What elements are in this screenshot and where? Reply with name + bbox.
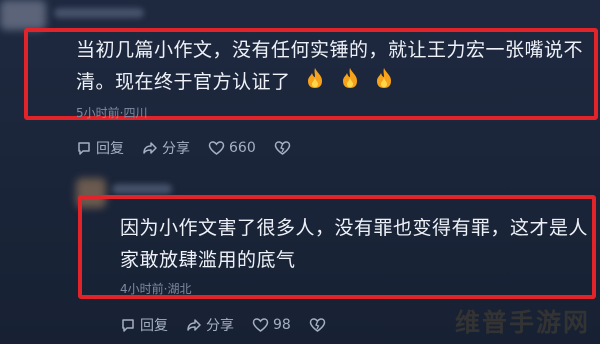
dislike-button[interactable] xyxy=(274,140,295,156)
share-button[interactable]: 分享 xyxy=(186,315,234,335)
reply-label: 回复 xyxy=(140,318,168,334)
comment-line: 当初几篇小作文，没有任何实锤的，就让王力宏一张嘴说不 xyxy=(76,39,584,61)
avatar[interactable] xyxy=(0,0,46,30)
share-label: 分享 xyxy=(162,141,190,157)
comment-text: 因为小作文害了很多人，没有罪也变得有罪，这才是人 家敢放肆滥用的底气 xyxy=(120,212,588,276)
dislike-icon xyxy=(309,318,326,332)
share-icon xyxy=(143,142,157,154)
fire-emoji-icon xyxy=(374,67,394,99)
share-icon xyxy=(187,319,201,331)
username[interactable] xyxy=(54,8,144,18)
comment-line: 家敢放肆滥用的底气 xyxy=(120,249,296,271)
like-count: 98 xyxy=(273,317,291,333)
fire-emoji-icon xyxy=(340,67,360,99)
comment-meta: 4小时前·湖北 xyxy=(120,282,192,296)
reply-icon xyxy=(122,319,134,332)
reply-button[interactable]: 回复 xyxy=(76,138,124,158)
share-button[interactable]: 分享 xyxy=(142,138,190,158)
like-button[interactable]: 660 xyxy=(208,140,256,156)
heart-icon xyxy=(208,141,225,155)
heart-icon xyxy=(252,318,269,332)
comment-text: 当初几篇小作文，没有任何实锤的，就让王力宏一张嘴说不 清。现在终于官方认证了 xyxy=(76,34,583,99)
dislike-button[interactable] xyxy=(309,317,330,333)
comment-line: 清。现在终于官方认证了 xyxy=(76,66,583,99)
like-button[interactable]: 98 xyxy=(252,317,291,333)
like-count: 660 xyxy=(229,140,256,156)
dislike-icon xyxy=(274,141,290,155)
reply-icon xyxy=(78,142,90,155)
comment-screen: 当初几篇小作文，没有任何实锤的，就让王力宏一张嘴说不 清。现在终于官方认证了 5… xyxy=(0,0,600,344)
reply-label: 回复 xyxy=(96,141,124,157)
reply-button[interactable]: 回复 xyxy=(120,315,168,335)
comment-actions: 回复 分享 660 xyxy=(76,138,313,158)
watermark: 维普手游网 xyxy=(454,308,590,337)
share-label: 分享 xyxy=(206,318,234,334)
comment-line: 因为小作文害了很多人，没有罪也变得有罪，这才是人 xyxy=(120,217,589,239)
username[interactable] xyxy=(112,184,172,194)
fire-emoji-icon xyxy=(305,67,325,99)
comment-meta: 5小时前·四川 xyxy=(76,106,148,120)
comment-actions: 回复 分享 98 xyxy=(120,315,348,335)
